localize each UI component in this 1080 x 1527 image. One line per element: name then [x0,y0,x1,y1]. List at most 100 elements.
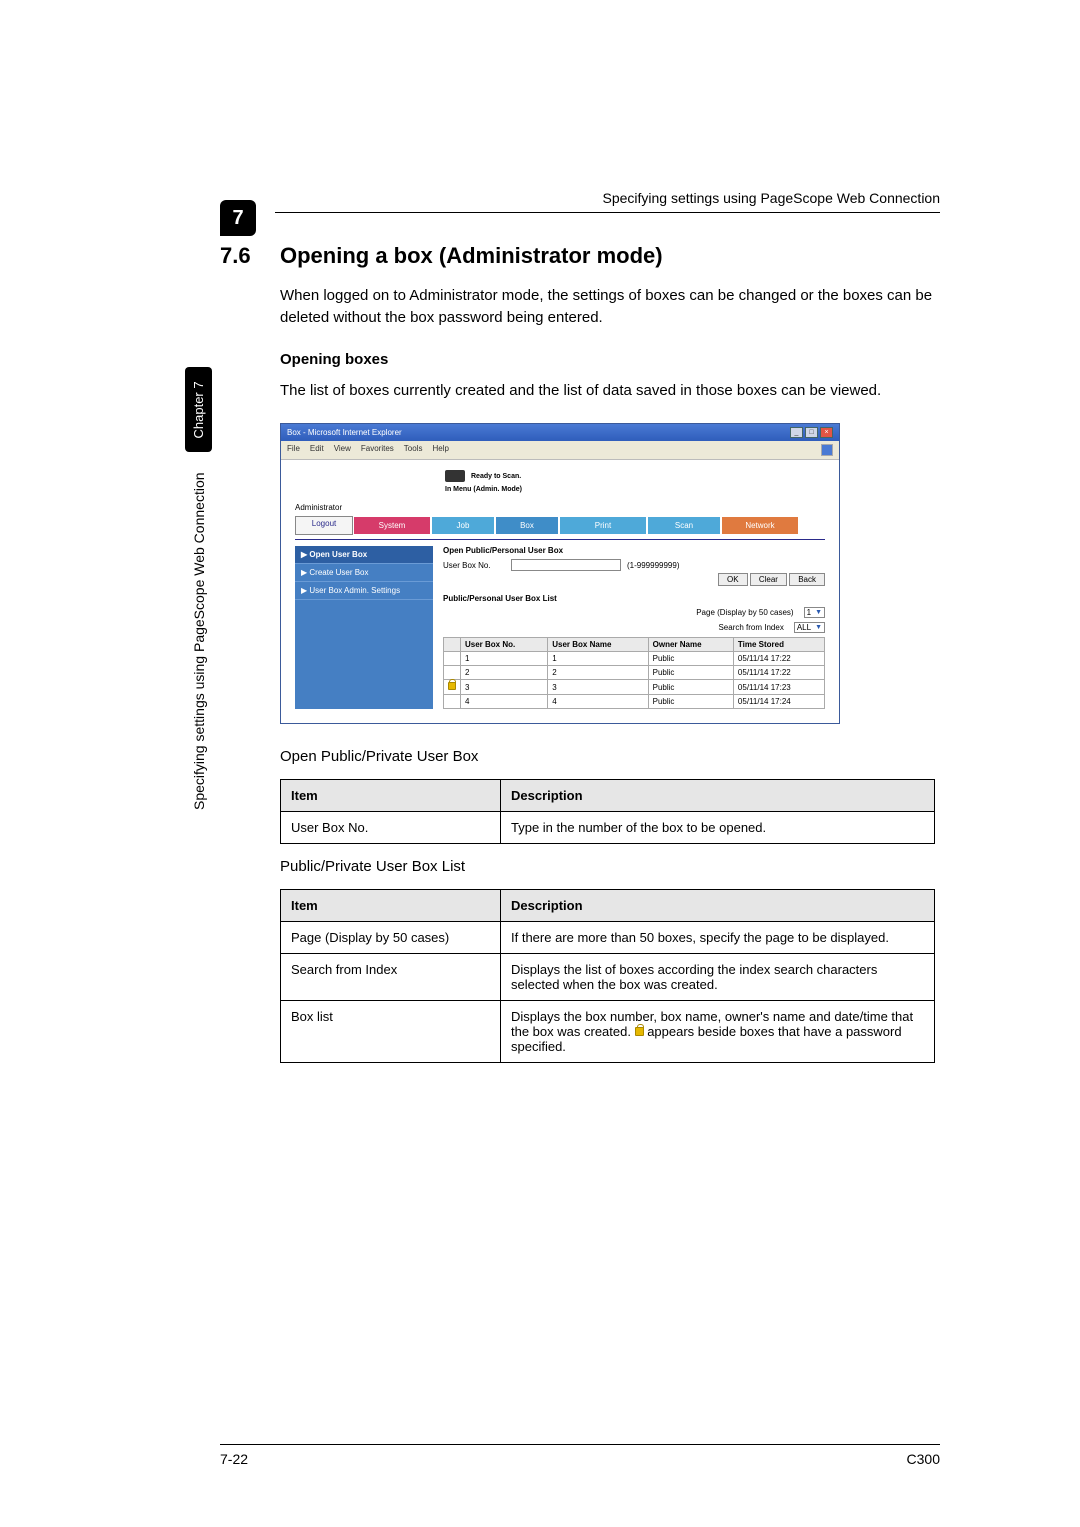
cell-desc: Displays the box number, box name, owner… [501,1001,935,1063]
cell-time: 05/11/14 17:23 [733,680,824,695]
cell-name: 4 [548,695,648,709]
user-box-no-label: User Box No. [443,561,505,570]
cell-desc: If there are more than 50 boxes, specify… [501,922,935,954]
cell-owner: Public [648,680,733,695]
col-box-no: User Box No. [461,638,548,652]
back-button[interactable]: Back [789,573,825,586]
table-row[interactable]: 44Public05/11/14 17:24 [444,695,825,709]
cell-desc: Type in the number of the box to be open… [501,812,935,844]
heading-title: Opening a box (Administrator mode) [280,243,663,268]
menu-edit[interactable]: Edit [310,444,324,456]
cell-time: 05/11/14 17:24 [733,695,824,709]
table-row: Box list Displays the box number, box na… [281,1001,935,1063]
cell-lock [444,666,461,680]
cell-time: 05/11/14 17:22 [733,666,824,680]
page-select-value: 1 [807,608,811,617]
table-row[interactable]: 22Public05/11/14 17:22 [444,666,825,680]
table-row: Page (Display by 50 cases) If there are … [281,922,935,954]
maximize-icon[interactable]: □ [805,427,818,438]
search-index-select[interactable]: ALL ▼ [794,622,825,633]
minimize-icon[interactable]: _ [790,427,803,438]
range-hint: (1-999999999) [627,561,679,570]
ie-logo-icon [821,444,833,456]
chevron-down-icon: ▼ [815,609,822,616]
status-ready: Ready to Scan. [471,473,521,480]
logout-button[interactable]: Logout [295,516,353,535]
intro-paragraph: When logged on to Administrator mode, th… [280,285,940,329]
panel-open-title: Open Public/Personal User Box [443,546,825,555]
menu-favorites[interactable]: Favorites [361,444,394,456]
cell-no: 1 [461,652,548,666]
table2-header-item: Item [281,890,501,922]
menu-tools[interactable]: Tools [404,444,423,456]
table2-header-desc: Description [501,890,935,922]
cell-owner: Public [648,666,733,680]
search-index-label: Search from Index [718,623,783,632]
subheading-opening-boxes: Opening boxes [280,351,940,368]
cell-no: 2 [461,666,548,680]
cell-owner: Public [648,652,733,666]
table1-header-desc: Description [501,780,935,812]
menu-file[interactable]: File [287,444,300,456]
close-icon[interactable]: × [820,427,833,438]
table-row[interactable]: 33Public05/11/14 17:23 [444,680,825,695]
table2-caption: Public/Private User Box List [280,858,940,875]
cell-item: Box list [281,1001,501,1063]
ok-button[interactable]: OK [718,573,748,586]
table-box-list: Item Description Page (Display by 50 cas… [280,889,935,1063]
sidebar-item-open-user-box[interactable]: ▶ Open User Box [295,546,433,564]
heading-number: 7.6 [220,243,280,269]
cell-name: 1 [548,652,648,666]
admin-label: Administrator [295,503,825,512]
cell-item: User Box No. [281,812,501,844]
col-lock [444,638,461,652]
search-index-value: ALL [797,623,811,632]
printer-logo-icon [445,470,465,482]
table-row[interactable]: 11Public05/11/14 17:22 [444,652,825,666]
cell-desc: Displays the list of boxes according the… [501,954,935,1001]
mode-label: In Menu (Admin. Mode) [445,486,825,493]
ie-window: Box - Microsoft Internet Explorer _ □ × … [280,423,840,724]
nav-network[interactable]: Network [721,516,799,535]
sidebar-item-user-box-admin[interactable]: ▶ User Box Admin. Settings [295,582,433,600]
panel-list-title: Public/Personal User Box List [443,594,825,603]
page-select[interactable]: 1▼ [804,607,825,618]
cell-lock [444,695,461,709]
nav-system[interactable]: System [353,516,431,535]
table-row: User Box No. Type in the number of the b… [281,812,935,844]
nav-box[interactable]: Box [495,516,559,535]
cell-no: 4 [461,695,548,709]
heading-7-6: 7.6Opening a box (Administrator mode) [220,243,940,269]
cell-name: 2 [548,666,648,680]
user-box-no-input[interactable] [511,559,621,571]
table-row: Search from Index Displays the list of b… [281,954,935,1001]
col-box-name: User Box Name [548,638,648,652]
nav-print[interactable]: Print [559,516,647,535]
page-display-label: Page (Display by 50 cases) [696,608,793,617]
clear-button[interactable]: Clear [750,573,787,586]
cell-owner: Public [648,695,733,709]
window-title: Box - Microsoft Internet Explorer [287,428,402,437]
chevron-down-icon: ▼ [815,624,822,631]
menu-help[interactable]: Help [432,444,448,456]
model-label: C300 [907,1451,940,1467]
subtext-paragraph: The list of boxes currently created and … [280,380,940,402]
cell-no: 3 [461,680,548,695]
cell-item: Page (Display by 50 cases) [281,922,501,954]
table1-header-item: Item [281,780,501,812]
running-header: Specifying settings using PageScope Web … [275,190,940,213]
table1-caption: Open Public/Private User Box [280,748,940,765]
cell-time: 05/11/14 17:22 [733,652,824,666]
cell-item: Search from Index [281,954,501,1001]
lock-icon [448,682,456,690]
sidebar-item-create-user-box[interactable]: ▶ Create User Box [295,564,433,582]
nav-job[interactable]: Job [431,516,495,535]
page-number: 7-22 [220,1451,248,1467]
menu-view[interactable]: View [334,444,351,456]
table-open-box: Item Description User Box No. Type in th… [280,779,935,844]
cell-lock [444,652,461,666]
lock-icon [635,1027,644,1036]
cell-name: 3 [548,680,648,695]
nav-scan[interactable]: Scan [647,516,721,535]
col-time: Time Stored [733,638,824,652]
